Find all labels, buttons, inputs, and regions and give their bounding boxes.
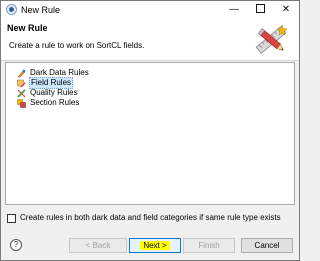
close-button[interactable]: ✕	[273, 1, 299, 19]
dark-data-rule-icon	[17, 69, 26, 77]
tree-item-label: Section Rules	[30, 98, 80, 107]
section-rule-icon	[17, 98, 26, 108]
quality-rule-icon	[17, 88, 26, 98]
next-button-label: Next >	[140, 241, 170, 250]
tree-item-quality-rules[interactable]: Quality Rules	[17, 88, 79, 98]
tree-item-label: Quality Rules	[30, 88, 78, 97]
help-button[interactable]: ?	[10, 239, 22, 251]
eclipse-app-icon	[6, 4, 17, 15]
tree-item-field-rules[interactable]: Field Rules	[17, 77, 74, 89]
cancel-button[interactable]: Cancel	[241, 238, 293, 253]
maximize-button[interactable]	[247, 1, 273, 19]
create-both-option[interactable]: Create rules in both dark data and field…	[7, 213, 281, 223]
minimize-button[interactable]: —	[221, 1, 247, 19]
create-both-checkbox[interactable]	[7, 213, 16, 223]
back-button[interactable]: < Back	[69, 238, 127, 253]
title-bar: New Rule — ✕	[1, 1, 299, 19]
rule-type-tree[interactable]: Dark Data Rules Field Rules Quality Rule…	[5, 62, 295, 205]
next-button[interactable]: Next >	[129, 238, 181, 253]
window-title: New Rule	[21, 5, 61, 15]
page-description: Create a rule to work on SortCL fields.	[9, 41, 145, 50]
wizard-banner: New Rule Create a rule to work on SortCL…	[1, 19, 299, 61]
tree-item-section-rules[interactable]: Section Rules	[17, 98, 80, 108]
maximize-icon	[255, 3, 265, 13]
rule-wizard-icon	[255, 24, 288, 54]
finish-button[interactable]: Finish	[183, 238, 235, 253]
new-rule-dialog: New Rule — ✕ New Rule Create a rule to w…	[0, 0, 300, 261]
field-rule-icon	[17, 79, 26, 87]
page-title: New Rule	[7, 23, 48, 33]
create-both-label: Create rules in both dark data and field…	[20, 213, 281, 222]
